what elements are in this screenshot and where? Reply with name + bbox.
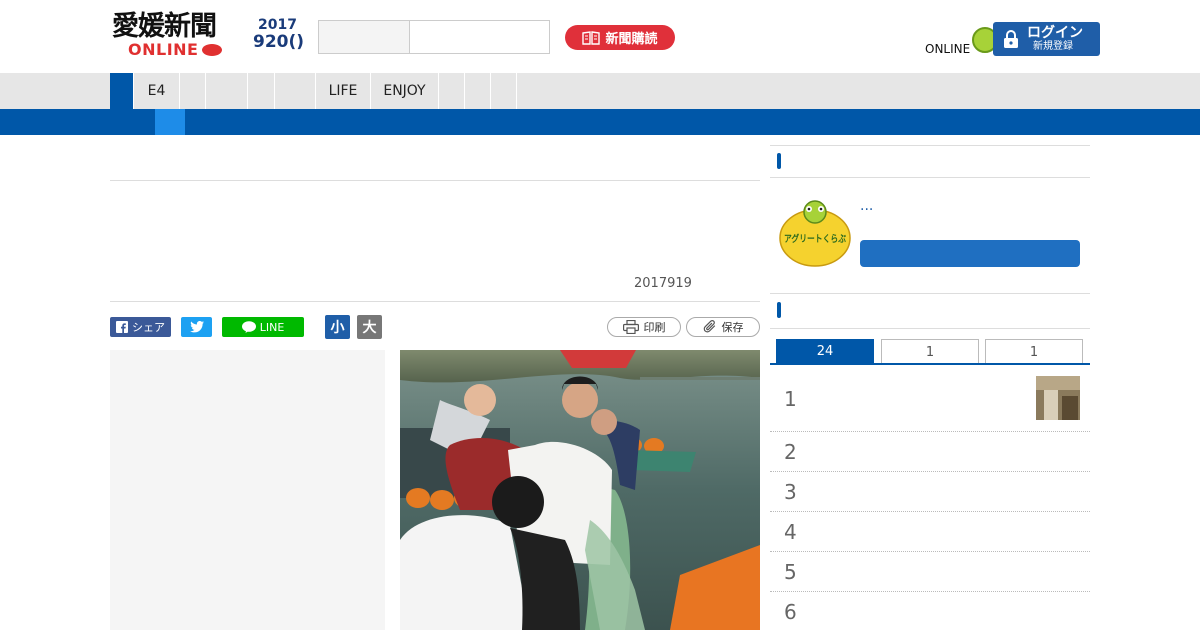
article-title-divider (110, 180, 760, 181)
article-meta-divider (110, 301, 760, 302)
site-logo[interactable]: 愛媛新聞 (112, 12, 217, 42)
nav-item-e4[interactable]: E4 (134, 73, 180, 109)
search-input[interactable] (409, 20, 550, 54)
save-label: 保存 (721, 321, 744, 334)
facebook-share-button[interactable]: シェア (110, 317, 171, 337)
subscribe-button[interactable]: 新聞購読 (565, 25, 675, 50)
sidebar-divider-3 (770, 328, 1090, 329)
save-button[interactable]: 保存 (686, 317, 760, 337)
print-button[interactable]: 印刷 (607, 317, 681, 337)
sidebar-divider (770, 177, 1090, 178)
agri-club-logo-text: アグリートくらぶ (784, 233, 846, 245)
ranking-number: 1 (784, 387, 797, 411)
site-logo-sub[interactable]: ONLINE (128, 42, 198, 58)
nav-item-5[interactable] (248, 73, 275, 109)
agri-club-title[interactable]: ... (860, 198, 873, 214)
line-share-button[interactable]: LINE (222, 317, 304, 337)
subscribe-label: 新聞購読 (605, 32, 658, 47)
nav-item-enjoy[interactable]: ENJOY (371, 73, 439, 109)
nav-item-11[interactable] (491, 73, 517, 109)
ranking-item[interactable]: 4 (770, 512, 1090, 552)
ranking-item[interactable]: 6 (770, 592, 1090, 630)
lock-icon (1004, 30, 1018, 48)
agri-club-button[interactable] (860, 240, 1080, 267)
font-size-large-button[interactable]: 大 (357, 315, 382, 339)
sidebar-top-divider (770, 145, 1090, 146)
nav-item-10[interactable] (465, 73, 491, 109)
ranking-item[interactable]: 3 (770, 472, 1090, 512)
section-marker-icon (777, 153, 781, 169)
nav-item-home[interactable] (110, 73, 134, 109)
search-category-select[interactable] (318, 20, 410, 54)
twitter-icon (189, 321, 204, 333)
print-icon (622, 320, 639, 334)
header-date-day: 920() (253, 32, 305, 52)
article-date: 2017919 (634, 276, 692, 291)
sidebar-divider-2 (770, 293, 1090, 294)
login-label: ログイン (1027, 25, 1083, 41)
ranking-marker-icon (777, 302, 781, 318)
ranking-tab-24h[interactable]: 24 (776, 339, 874, 364)
ranking-number: 6 (784, 600, 797, 624)
ranking-number: 2 (784, 440, 797, 464)
line-share-label: LINE (259, 320, 285, 334)
line-icon (241, 321, 256, 333)
ranking-tab-underline (770, 363, 1090, 365)
sub-nav-active-item[interactable] (155, 109, 185, 135)
facebook-icon (116, 321, 128, 333)
ranking-item[interactable]: 5 (770, 552, 1090, 592)
ranking-thumbnail (1036, 376, 1080, 420)
article-photo[interactable] (400, 350, 760, 630)
agri-club-logo[interactable]: アグリートくらぶ (778, 196, 852, 270)
ranking-number: 5 (784, 560, 797, 584)
nav-item-3[interactable] (180, 73, 206, 109)
font-size-small-button[interactable]: 小 (325, 315, 350, 339)
book-icon (582, 30, 601, 45)
register-label: 新規登録 (1033, 41, 1073, 52)
nav-item-life[interactable]: LIFE (316, 73, 371, 109)
facebook-share-label: シェア (132, 321, 165, 334)
nav-item-4[interactable] (206, 73, 248, 109)
ranking-tab-month[interactable]: 1 (985, 339, 1083, 364)
online-label: ONLINE (925, 42, 971, 56)
ranking-number: 4 (784, 520, 797, 544)
ranking-number: 3 (784, 480, 797, 504)
nav-item-6[interactable] (275, 73, 316, 109)
ranking-tab-week[interactable]: 1 (881, 339, 979, 364)
ad-placeholder (110, 350, 385, 630)
ranking-item[interactable]: 1 (770, 366, 1090, 432)
paperclip-icon (703, 320, 715, 333)
ranking-item[interactable]: 2 (770, 432, 1090, 472)
header-date-year: 2017 (258, 17, 297, 33)
logo-swoosh-icon (202, 44, 222, 56)
twitter-share-button[interactable] (181, 317, 212, 337)
login-button[interactable]: ログイン 新規登録 (993, 22, 1100, 56)
print-label: 印刷 (643, 321, 666, 334)
nav-item-9[interactable] (439, 73, 465, 109)
